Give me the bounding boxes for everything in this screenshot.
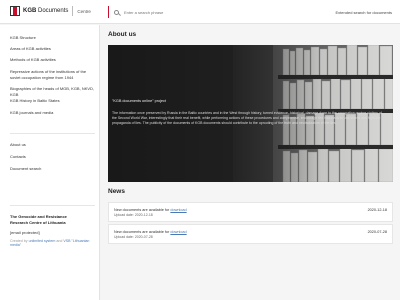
sidebar-item-journals[interactable]: KGB journals and media: [10, 110, 95, 116]
news-item[interactable]: New documents are available for download…: [108, 224, 393, 244]
archive-image: "KGB documents online" project The infor…: [108, 45, 393, 182]
search-input[interactable]: [124, 9, 274, 15]
sidebar-item-biographies[interactable]: Biographies of the heads of MGB, KGB, NK…: [10, 86, 95, 97]
news-item-title: New documents are available for download: [114, 208, 187, 212]
sidebar-item-methods[interactable]: Methods of KGB activities: [10, 57, 95, 63]
extended-search-link[interactable]: Extended search for documents: [336, 10, 392, 15]
sidebar-item-kgb-structure[interactable]: KGB Structure: [10, 35, 95, 41]
news-item[interactable]: New documents are available for download…: [108, 202, 393, 222]
news-date: 2020-07-28: [367, 230, 387, 234]
search-icon: [114, 9, 119, 15]
sidebar-divider: [10, 205, 95, 206]
logo-text: KGB Documents: [23, 8, 69, 14]
news-title: News: [108, 188, 125, 195]
news-date: 2020-12-18: [367, 208, 387, 212]
sidebar-item-contacts[interactable]: Contacts: [10, 154, 95, 160]
sidebar-divider: [10, 133, 95, 134]
news-item-title: New documents are available for download: [114, 230, 187, 234]
sidebar-item-about[interactable]: About us: [10, 142, 95, 148]
logo-separator: [72, 6, 74, 16]
search-bar[interactable]: [108, 6, 328, 18]
sidebar-item-history[interactable]: KGB History in Baltic States: [10, 98, 95, 104]
created-by: Created by unlimited system and VSB "Lit…: [10, 239, 90, 247]
logo-mark-icon: [10, 6, 20, 16]
top-bar: KGB Documents Centre Extended search for…: [0, 0, 400, 24]
language-selector[interactable]: Centre: [77, 9, 91, 14]
news-upload-date: Upload date: 2020-12-18: [114, 213, 153, 217]
download-link[interactable]: download: [170, 208, 186, 212]
about-description: The information once preserved by Russia…: [112, 111, 382, 125]
news-upload-date: Upload date: 2020-07-28: [114, 235, 153, 239]
sidebar: KGB Structure Areas of KGB activities Me…: [0, 25, 100, 300]
contact-email[interactable]: [email protected]: [10, 230, 40, 235]
logo[interactable]: KGB Documents Centre: [10, 6, 91, 16]
download-link[interactable]: download: [170, 230, 186, 234]
created-by-link[interactable]: unlimited system: [29, 239, 56, 243]
project-title: "KGB documents online" project: [112, 99, 166, 103]
sidebar-item-repressive-actions[interactable]: Repressive actions of the institutions o…: [10, 69, 95, 80]
main-content: About us "KGB documents online" project …: [100, 25, 400, 300]
sidebar-item-areas[interactable]: Areas of KGB activities: [10, 46, 95, 52]
about-title: About us: [108, 31, 137, 38]
sidebar-item-document-search[interactable]: Document search: [10, 166, 95, 172]
organization-name: The Genocide and Resistance Research Cen…: [10, 214, 67, 225]
